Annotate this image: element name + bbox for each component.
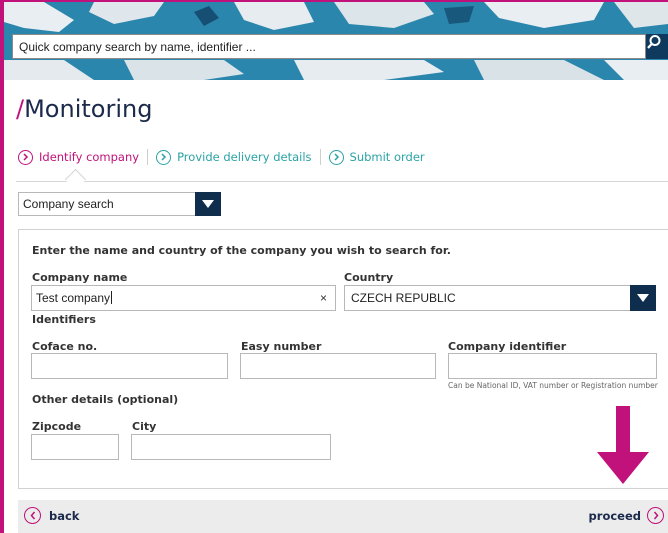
step-provide-delivery-details[interactable]: Provide delivery details [156, 149, 312, 165]
progress-steps: Identify company Provide delivery detail… [18, 147, 425, 167]
company-identifier-input[interactable] [448, 353, 657, 379]
clear-icon[interactable]: × [320, 291, 327, 305]
company-identifier-label: Company identifier [448, 340, 567, 353]
page-title: /Monitoring [16, 95, 152, 123]
company-name-value: Test company [36, 291, 111, 305]
step-label: Submit order [349, 150, 425, 164]
back-button[interactable]: back [24, 507, 79, 524]
search-type-value: Company search [23, 197, 114, 211]
step-divider [319, 149, 321, 165]
search-type-select[interactable]: Company search [18, 192, 221, 216]
step-label: Identify company [39, 150, 140, 164]
step-divider [147, 149, 149, 165]
city-input[interactable] [131, 434, 331, 460]
header-banner: Quick company search by name, identifier… [4, 2, 668, 80]
quick-search-placeholder: Quick company search by name, identifier… [19, 40, 256, 54]
company-identifier-hint: Can be National ID, VAT number or Regist… [448, 381, 658, 390]
chevron-right-icon [647, 507, 664, 524]
country-select[interactable]: CZECH REPUBLIC [344, 285, 656, 311]
chevron-right-icon [328, 149, 344, 165]
zipcode-label: Zipcode [32, 420, 82, 433]
identifiers-label: Identifiers [32, 313, 96, 326]
step-indicator-line [16, 181, 668, 182]
dropdown-arrow-icon [195, 192, 221, 216]
dropdown-arrow-icon [630, 285, 656, 311]
arrow-down-icon [597, 406, 649, 484]
chevron-left-icon [24, 507, 41, 524]
city-label: City [132, 420, 157, 433]
company-name-value-wrap: Test company [36, 291, 113, 305]
zipcode-input[interactable] [31, 434, 119, 460]
chevron-right-icon [18, 149, 33, 165]
active-step-pointer [64, 168, 87, 191]
coface-number-input[interactable] [31, 353, 228, 379]
easy-number-label: Easy number [241, 340, 322, 353]
quick-search-input[interactable]: Quick company search by name, identifier… [12, 34, 646, 59]
country-label: Country [344, 271, 394, 284]
back-label: back [49, 508, 80, 523]
step-label: Provide delivery details [177, 150, 312, 164]
other-details-label: Other details (optional) [32, 393, 179, 406]
country-value: CZECH REPUBLIC [351, 291, 456, 305]
step-submit-order[interactable]: Submit order [328, 149, 425, 165]
easy-number-input[interactable] [240, 353, 436, 379]
page-title-slash: / [16, 95, 25, 123]
page-title-text: Monitoring [24, 95, 153, 123]
company-name-input[interactable]: Test company × [31, 285, 336, 311]
search-button[interactable] [646, 34, 668, 59]
proceed-button[interactable]: proceed [589, 507, 664, 524]
company-name-label: Company name [32, 271, 128, 284]
form-intro-text: Enter the name and country of the compan… [32, 244, 451, 257]
proceed-label: proceed [588, 508, 641, 523]
form-footer: back proceed [18, 500, 668, 533]
search-icon [647, 35, 661, 49]
chevron-right-icon [156, 149, 172, 165]
step-identify-company[interactable]: Identify company [18, 149, 140, 165]
text-caret [111, 291, 113, 304]
coface-number-label: Coface no. [32, 340, 98, 353]
